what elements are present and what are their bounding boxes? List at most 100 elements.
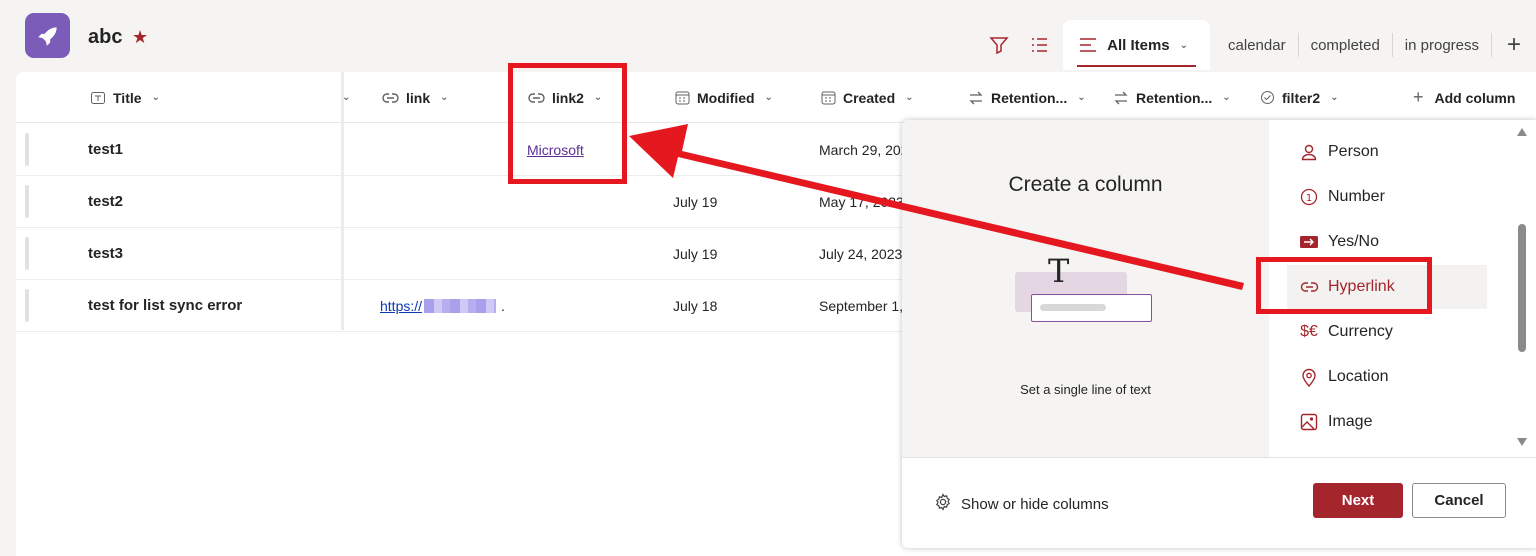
type-label: Location xyxy=(1328,368,1389,385)
chevron-down-icon: ⌄ xyxy=(1077,92,1086,103)
tab-completed[interactable]: completed xyxy=(1299,33,1393,57)
chevron-down-icon: ⌄ xyxy=(905,92,914,103)
list-title[interactable]: abc xyxy=(88,26,122,49)
redacted-url xyxy=(424,298,497,313)
cell-created: May 17, 2023 xyxy=(819,193,904,210)
cell-link: https://. xyxy=(380,280,505,331)
tab-calendar[interactable]: calendar xyxy=(1216,33,1299,57)
plus-icon: + xyxy=(1413,87,1424,107)
show-hide-columns-link[interactable]: Show or hide columns xyxy=(934,493,1109,515)
calendar-icon xyxy=(675,90,690,105)
cell-modified: July 18 xyxy=(673,297,718,314)
cancel-button[interactable]: Cancel xyxy=(1412,483,1506,518)
toggle-icon xyxy=(1299,232,1319,252)
tab-all-items[interactable]: All Items ⌄ xyxy=(1063,20,1211,70)
cell-created: September 1, xyxy=(819,297,904,314)
column-label: link xyxy=(406,89,431,106)
type-label: Currency xyxy=(1328,323,1393,340)
column-preview-area: Create a column T Set a single line of t… xyxy=(902,120,1269,457)
site-logo-icon[interactable] xyxy=(25,13,70,58)
filter-icon[interactable] xyxy=(979,20,1019,70)
row-selector[interactable] xyxy=(25,185,29,218)
column-header-retention-2[interactable]: Retention... ⌄ xyxy=(1113,72,1231,123)
column-type-location[interactable]: Location xyxy=(1287,355,1487,399)
column-type-number[interactable]: 1 Number xyxy=(1287,175,1487,219)
chevron-down-icon: ⌄ xyxy=(764,92,773,103)
add-column-button[interactable]: + Add column xyxy=(1413,72,1515,123)
column-header-modified[interactable]: Modified ⌄ xyxy=(675,72,773,123)
row-selector[interactable] xyxy=(25,289,29,322)
tab-in-progress[interactable]: in progress xyxy=(1393,33,1492,57)
image-icon xyxy=(1299,412,1319,432)
scroll-thumb[interactable] xyxy=(1518,224,1526,352)
chevron-down-icon: ⌄ xyxy=(1179,39,1189,51)
cell-modified: July 19 xyxy=(673,193,718,210)
star-icon[interactable]: ★ xyxy=(132,27,148,48)
arrows-icon xyxy=(968,90,984,106)
chevron-down-icon: ⌄ xyxy=(1222,92,1231,103)
column-label: filter2 xyxy=(1282,89,1321,106)
chevron-down-icon: ⌄ xyxy=(440,92,449,103)
annotation-highlight-hyperlink xyxy=(1256,257,1432,314)
show-hide-label: Show or hide columns xyxy=(961,495,1109,513)
circle-check-icon xyxy=(1260,90,1275,105)
chevron-down-icon: ⌄ xyxy=(1330,92,1339,103)
currency-icon: $€ xyxy=(1300,323,1318,340)
table-row[interactable]: test1 Microsoft March 29, 2023 xyxy=(16,124,916,176)
next-button[interactable]: Next xyxy=(1313,483,1403,518)
type-label: Number xyxy=(1328,188,1385,205)
column-header-created[interactable]: Created ⌄ xyxy=(821,72,914,123)
create-column-panel: Create a column T Set a single line of t… xyxy=(902,120,1536,548)
scroll-up-icon[interactable] xyxy=(1517,128,1527,136)
tab-label: All Items xyxy=(1107,36,1170,54)
tab-underline xyxy=(1077,65,1197,67)
view-bar: All Items ⌄ calendar completed in progre… xyxy=(979,20,1536,70)
rocket-icon xyxy=(37,26,57,46)
table-row[interactable]: test for list sync error https://. July … xyxy=(16,280,906,332)
panel-footer: Show or hide columns Next Cancel xyxy=(902,457,1536,548)
cell-title[interactable]: test3 xyxy=(88,228,123,279)
column-label: Retention... xyxy=(991,89,1068,106)
plus-icon[interactable]: + xyxy=(1492,20,1536,70)
text-column-illustration: T xyxy=(1015,252,1155,326)
cell-created: July 24, 2023 xyxy=(819,245,903,262)
text-icon xyxy=(90,90,106,106)
column-header-filter2[interactable]: filter2 ⌄ xyxy=(1260,72,1339,123)
cell-title[interactable]: test1 xyxy=(88,124,123,175)
column-header-retention-1[interactable]: Retention... ⌄ xyxy=(968,72,1086,123)
column-type-image[interactable]: Image xyxy=(1287,400,1487,444)
column-type-description: Set a single line of text xyxy=(1020,382,1151,397)
table-row[interactable]: test3 July 19 July 24, 2023 xyxy=(16,228,906,280)
row-selector[interactable] xyxy=(25,133,29,166)
svg-text:1: 1 xyxy=(1306,193,1312,204)
cell-modified: July 19 xyxy=(673,245,718,262)
type-label: Image xyxy=(1328,413,1373,430)
text-icon: T xyxy=(1048,252,1070,290)
gear-icon xyxy=(934,493,952,515)
link-icon xyxy=(382,92,399,104)
column-header-link[interactable]: link ⌄ xyxy=(382,72,449,123)
hyperlink[interactable]: https:// xyxy=(380,298,422,314)
scroll-down-icon[interactable] xyxy=(1517,438,1527,446)
column-label: Retention... xyxy=(1136,89,1213,106)
type-label: Yes/No xyxy=(1328,233,1379,250)
table-row[interactable]: test2 July 19 May 17, 2023 xyxy=(16,176,906,228)
column-label: Title xyxy=(113,89,142,106)
panel-title: Create a column xyxy=(1008,173,1163,196)
cell-title[interactable]: test2 xyxy=(88,176,123,227)
column-type-person[interactable]: Person xyxy=(1287,130,1487,174)
link-suffix: . xyxy=(501,297,505,314)
list-options-icon[interactable] xyxy=(1019,20,1059,70)
column-header-title[interactable]: Title ⌄ xyxy=(90,72,160,123)
column-header-row: Title ⌄ ⌄ link ⌄ link2 ⌄ Modified ⌄ Created ⌄… xyxy=(16,72,1536,123)
row-selector[interactable] xyxy=(25,237,29,270)
column-type-currency[interactable]: $€ Currency xyxy=(1287,310,1487,354)
number-icon: 1 xyxy=(1299,187,1319,207)
person-icon xyxy=(1299,142,1319,162)
cell-title[interactable]: test for list sync error xyxy=(88,280,242,331)
calendar-icon xyxy=(821,90,836,105)
column-label: Modified xyxy=(697,89,755,106)
location-pin-icon xyxy=(1299,367,1319,387)
annotation-highlight-link2 xyxy=(508,63,627,184)
type-list-scrollbar[interactable] xyxy=(1514,120,1530,457)
